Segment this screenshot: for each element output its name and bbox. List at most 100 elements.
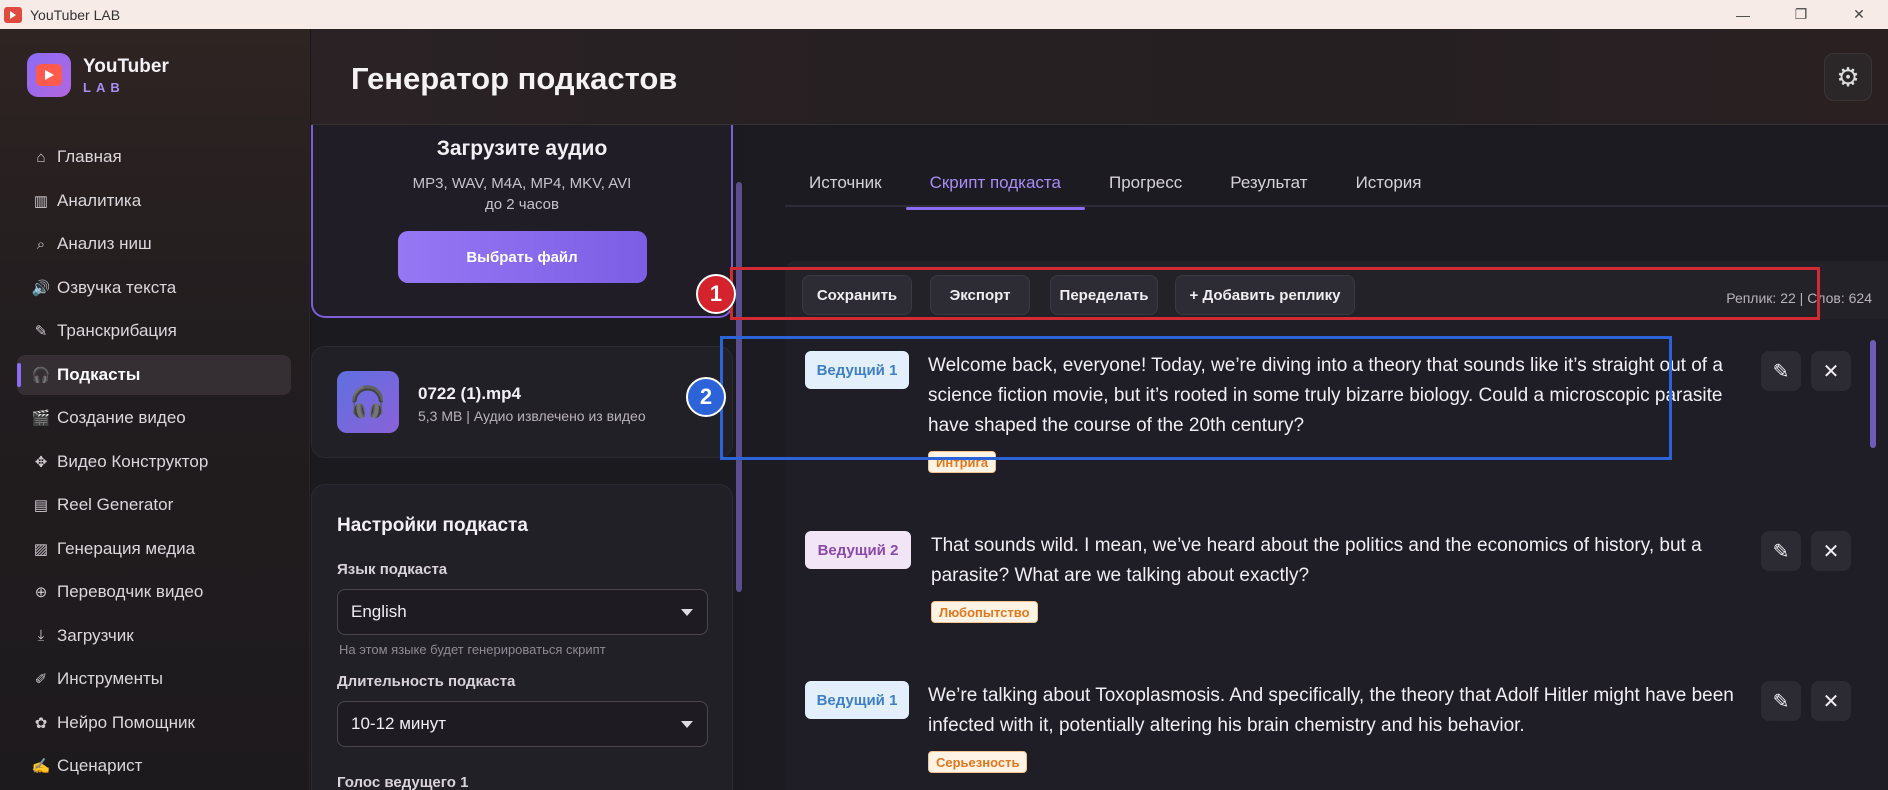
sidebar-item-12[interactable]: ⤓ Загрузчик — [17, 616, 291, 656]
window-titlebar: YouTuber LAB — ❐ ✕ — [0, 0, 1888, 29]
choose-file-button[interactable]: Выбрать файл — [397, 231, 647, 283]
delete-line-button[interactable]: ✕ — [1811, 351, 1851, 391]
brain-icon: ✿ — [34, 714, 48, 732]
chevron-down-icon — [681, 721, 693, 728]
callout-box-red — [730, 267, 1820, 320]
sidebar-item-label: Переводчик видео — [57, 582, 204, 601]
sidebar-item-label: Загрузчик — [57, 625, 134, 645]
sidebar-item-label: Озвучка текста — [57, 277, 177, 297]
sidebar-item-label: Подкасты — [57, 364, 141, 384]
sidebar-item-1[interactable]: ⌂ Главная — [17, 137, 291, 177]
headphones-icon: 🎧 — [31, 366, 51, 384]
sidebar-item-label: Транскрибация — [57, 321, 177, 340]
sidebar-item-label: Создание видео — [57, 408, 186, 427]
left-panel: Загрузите аудио MP3, WAV, M4A, MP4, MKV,… — [311, 125, 745, 790]
tab-1[interactable]: Источник — [785, 159, 906, 207]
sidebar-item-5[interactable]: ✎ Транскрибация — [17, 311, 291, 351]
sidebar: YouTuber LAB ⌂ Главная ▥ Аналитика ⌕ Анализ н… — [0, 29, 310, 790]
sidebar-item-9[interactable]: ▤ Reel Generator — [17, 485, 291, 525]
sidebar-item-label: Сценарист — [57, 756, 143, 775]
edit-line-button[interactable]: ✎ — [1761, 681, 1801, 721]
edit-line-button[interactable]: ✎ — [1761, 531, 1801, 571]
language-select[interactable]: English — [337, 589, 708, 635]
language-label: Язык подкаста — [337, 561, 448, 578]
window-title: YouTuber LAB — [30, 6, 121, 23]
page-header: Генератор подкастов ⚙ — [311, 29, 1888, 125]
sidebar-item-6[interactable]: 🎧 Подкасты — [17, 354, 291, 395]
transcribe-icon: ✎ — [34, 323, 48, 340]
sidebar-item-label: Инструменты — [57, 669, 164, 688]
upload-title: Загрузите аудио — [436, 137, 608, 160]
gear-icon: ⚙ — [1836, 61, 1860, 92]
emotion-tag: Любопытство — [931, 601, 1038, 623]
image-icon: ▨ — [33, 540, 49, 558]
close-icon: ✕ — [1822, 540, 1840, 563]
sidebar-item-4[interactable]: 🔊 Озвучка текста — [17, 268, 291, 308]
file-name: 0722 (1).mp4 — [418, 384, 521, 403]
language-value: English — [351, 602, 407, 621]
search-icon: ⌕ — [36, 235, 46, 253]
duration-select[interactable]: 10-12 минут — [337, 701, 708, 747]
sidebar-item-2[interactable]: ▥ Аналитика — [17, 181, 291, 221]
sidebar-item-3[interactable]: ⌕ Анализ ниш — [17, 224, 291, 264]
language-hint: На этом языке будет генерироваться скрип… — [339, 642, 606, 657]
tab-3[interactable]: Прогресс — [1085, 159, 1206, 207]
sidebar-item-10[interactable]: ▨ Генерация медиа — [17, 529, 291, 569]
voice1-label: Голос ведущего 1 — [337, 774, 469, 790]
script-scrollbar[interactable] — [1870, 340, 1876, 448]
sidebar-item-11[interactable]: ⊕ Переводчик видео — [17, 572, 291, 612]
pencil-icon: ✎ — [1772, 540, 1790, 563]
sidebar-item-label: Анализ ниш — [57, 234, 152, 253]
maximize-button[interactable]: ❐ — [1772, 0, 1830, 29]
tab-2[interactable]: Скрипт подкаста — [905, 159, 1086, 210]
settings-title: Настройки подкаста — [337, 515, 528, 536]
sidebar-item-14[interactable]: ✿ Нейро Помощник — [17, 703, 291, 743]
minimize-button[interactable]: — — [1714, 0, 1772, 29]
film-icon: ▤ — [33, 497, 49, 514]
line-text[interactable]: That sounds wild. I mean, we’ve heard ab… — [931, 531, 1771, 591]
sidebar-item-8[interactable]: ✥ Видео Конструктор — [17, 442, 291, 482]
delete-line-button[interactable]: ✕ — [1811, 681, 1851, 721]
sidebar-item-label: Аналитика — [57, 190, 142, 210]
pencil-icon: ✎ — [1772, 360, 1790, 383]
close-window-button[interactable]: ✕ — [1830, 0, 1888, 29]
speaker-badge[interactable]: Ведущий 2 — [805, 531, 911, 569]
duration-value: 10-12 минут — [351, 714, 447, 733]
speaker-icon: 🔊 — [31, 279, 51, 297]
delete-line-button[interactable]: ✕ — [1811, 531, 1851, 571]
podcast-settings-card: Настройки подкаста Язык подкаста English… — [311, 484, 733, 790]
script-icon: ✍ — [31, 758, 51, 775]
wrench-icon: ✐ — [34, 671, 48, 688]
duration-label: Длительность подкаста — [337, 673, 516, 690]
line-text[interactable]: We’re talking about Toxoplasmosis. And s… — [928, 681, 1768, 741]
file-meta: 5,3 MB | Аудио извлечено из видео — [418, 408, 646, 424]
upload-formats: MP3, WAV, M4A, MP4, MKV, AVI — [412, 175, 632, 192]
window-controls: — ❐ ✕ — [1714, 0, 1888, 29]
sidebar-item-label: Reel Generator — [57, 495, 174, 514]
close-icon: ✕ — [1822, 690, 1840, 713]
chevron-down-icon — [681, 609, 693, 616]
upload-card[interactable]: Загрузите аудио MP3, WAV, M4A, MP4, MKV,… — [311, 125, 733, 318]
sidebar-nav: ⌂ Главная ▥ Аналитика ⌕ Анализ ниш 🔊 Озвучка те… — [17, 137, 291, 790]
tab-5[interactable]: История — [1332, 159, 1446, 207]
sidebar-item-7[interactable]: 🎬 Создание видео — [17, 398, 291, 438]
brand[interactable]: YouTuber LAB — [27, 53, 169, 97]
upload-duration: до 2 часов — [485, 196, 559, 213]
tab-4[interactable]: Результат — [1206, 159, 1331, 207]
pencil-icon: ✎ — [1772, 690, 1790, 713]
edit-line-button[interactable]: ✎ — [1761, 351, 1801, 391]
sidebar-item-label: Главная — [57, 147, 122, 166]
file-card: 🎧 0722 (1).mp4 5,3 MB | Аудио извлечено … — [311, 346, 733, 458]
puzzle-icon: ✥ — [34, 453, 48, 471]
tabs-bar: Источник Скрипт подкаста Прогресс Результат… — [785, 159, 1888, 210]
sidebar-item-label: Видео Конструктор — [57, 451, 209, 471]
settings-button[interactable]: ⚙ — [1824, 53, 1872, 101]
globe-icon: ⊕ — [34, 584, 48, 601]
app-logo-icon — [4, 6, 22, 23]
speaker-badge[interactable]: Ведущий 1 — [805, 681, 909, 719]
callout-box-blue — [720, 336, 1672, 460]
video-icon: 🎬 — [31, 410, 51, 427]
home-icon: ⌂ — [36, 148, 46, 166]
sidebar-item-13[interactable]: ✐ Инструменты — [17, 659, 291, 699]
sidebar-item-15[interactable]: ✍ Сценарист — [17, 746, 291, 786]
